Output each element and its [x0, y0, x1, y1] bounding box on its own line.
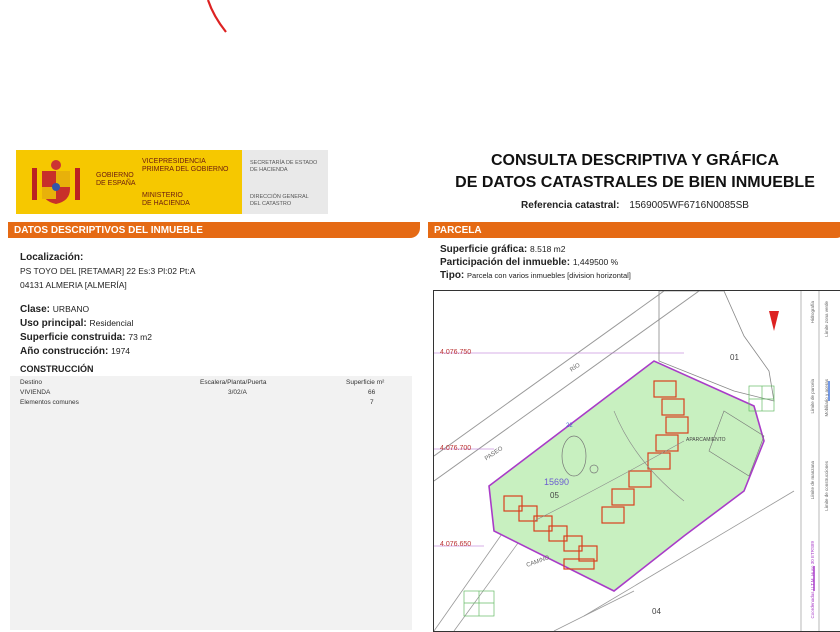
superficie-row: Superficie construida: 73 m2	[20, 332, 152, 343]
label-04: 04	[652, 607, 661, 616]
document-title: CONSULTA DESCRIPTIVA Y GRÁFICA DE DATOS …	[455, 152, 815, 191]
spain-coat-of-arms-icon	[32, 160, 80, 204]
ministerio-text: MINISTERIO DE HACIENDA	[142, 192, 190, 207]
legend-limite-construcciones: Límite de construcciones	[824, 461, 829, 511]
yellow-logo-band: GOBIERNO DE ESPAÑA VICEPRESIDENCIA PRIMERA…	[16, 150, 242, 214]
row1-destino: VIVIENDA	[20, 389, 51, 396]
address-line1: PS TOYO DEL [RETAMAR] 22 Es:3 Pl:02 Pt:A	[20, 266, 196, 276]
address-line2: 04131 ALMERIA [ALMERÍA]	[20, 280, 127, 290]
section-bar-datos: DATOS DESCRIPTIVOS DEL INMUEBLE	[8, 222, 420, 238]
superficie-grafica-row: Superficie gráfica: 8.518 m2	[440, 244, 566, 255]
legend-hidrografia: Hidrografía	[810, 301, 815, 324]
th-epp: Escalera/Planta/Puerta	[200, 379, 267, 386]
label-01: 01	[730, 353, 739, 362]
legend-limite-parcela: Límite de parcela	[810, 379, 815, 414]
coord-label-3: 4.076.650	[440, 541, 472, 548]
th-superficie: Superficie m²	[346, 379, 385, 386]
construccion-title: CONSTRUCCIÓN	[20, 364, 94, 374]
cadastral-map: 4.076.750 4.076.700 4.076.650 15690 05 0…	[433, 290, 840, 632]
ref-value: 1569005WF6716N0085SB	[629, 200, 749, 211]
label-22: 22	[566, 423, 573, 429]
th-destino: Destino	[20, 379, 43, 386]
localizacion-label: Localización:	[20, 252, 84, 263]
participacion-row: Participación del inmueble: 1,449500 %	[440, 257, 619, 268]
legend-limite-zona: Límite zona verde	[824, 301, 829, 337]
row1-epp: 3/02/A	[228, 389, 247, 396]
row2-destino: Elementos comunes	[20, 399, 79, 406]
construccion-table: Destino Escalera/Planta/Puerta Superfici…	[10, 376, 412, 630]
legend-coords: Coordenadas U.T.M. Huso 30 ETRS89	[810, 541, 815, 619]
section-bar-parcela: PARCELA	[428, 222, 840, 238]
tipo-row: Tipo: Parcela con varios inmuebles [divi…	[440, 270, 631, 281]
coord-label-1: 4.076.750	[440, 349, 472, 356]
referencia-catastral: Referencia catastral: 1569005WF6716N0085S…	[440, 200, 830, 211]
government-header: GOBIERNO DE ESPAÑA VICEPRESIDENCIA PRIMERA…	[16, 150, 328, 214]
row1-sup: 66	[368, 389, 376, 396]
gobierno-text: GOBIERNO DE ESPAÑA	[96, 172, 136, 187]
vicepresidencia-text: VICEPRESIDENCIA PRIMERA DEL GOBIERNO	[142, 158, 229, 173]
uso-row: Uso principal: Residencial	[20, 318, 134, 329]
secretaria-text: SECRETARÍA DE ESTADO DE HACIENDA	[250, 160, 318, 173]
map-svg	[434, 291, 830, 631]
label-aparcamiento: APARCAMIENTO	[686, 437, 726, 443]
legend-mobiliario: Mobiliario y aceras	[824, 379, 829, 417]
direccion-text: DIRECCIÓN GENERAL DEL CATASTRO	[250, 194, 309, 207]
gray-logo-band: SECRETARÍA DE ESTADO DE HACIENDA DIRECCIÓ…	[242, 150, 328, 214]
parcel-number: 15690	[544, 477, 570, 487]
red-scribble-mark	[206, 0, 227, 33]
clase-row: Clase: URBANO	[20, 304, 90, 315]
coord-label-2: 4.076.700	[440, 445, 472, 452]
anio-row: Año construcción: 1974	[20, 346, 131, 357]
legend-limite-manzana: Límite de manzana	[810, 461, 815, 500]
label-05: 05	[550, 491, 559, 500]
ref-label: Referencia catastral:	[521, 200, 620, 211]
row2-sup: 7	[370, 399, 374, 406]
